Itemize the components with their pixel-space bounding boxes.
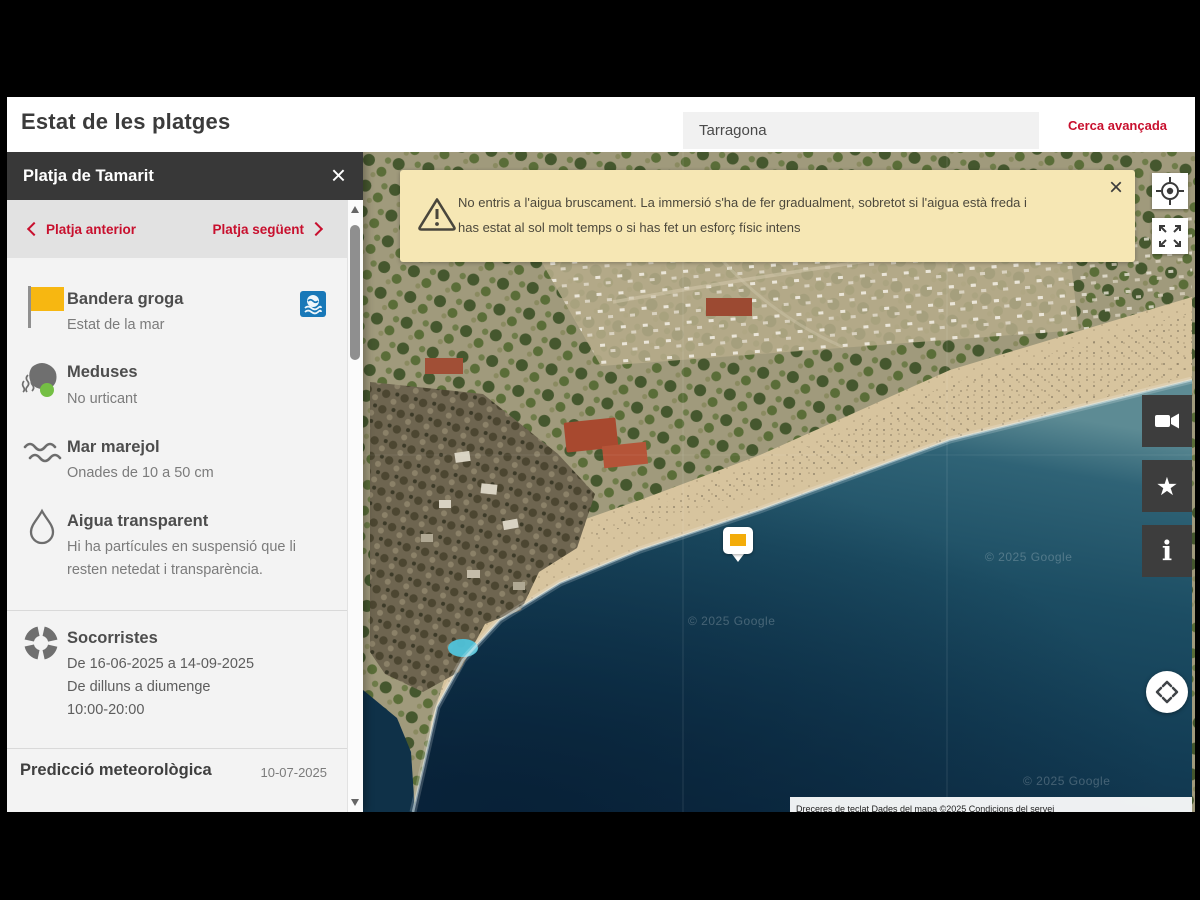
beach-name: Platja de Tamarit	[23, 152, 154, 200]
google-watermark: © 2025 Google	[1023, 774, 1110, 788]
chevron-right-icon	[309, 222, 323, 236]
close-icon[interactable]: ×	[331, 161, 346, 189]
pan-arrows-icon	[1146, 671, 1188, 713]
beach-nav-bar: Platja anterior Platja següent	[7, 200, 347, 258]
jellyfish-icon	[19, 356, 61, 405]
section-divider	[7, 748, 347, 749]
pan-control-button[interactable]	[1146, 671, 1188, 713]
info-button[interactable]: i	[1142, 525, 1192, 577]
info-icon: i	[1162, 538, 1172, 565]
water-drop-icon	[25, 508, 59, 551]
marker-bubble	[723, 527, 753, 554]
blue-flag-award-icon[interactable]	[300, 291, 326, 322]
page-title: Estat de les platges	[21, 109, 230, 135]
beach-status-app: Estat de les platges Cerca avançada	[7, 97, 1195, 812]
waves-icon	[22, 438, 64, 471]
favorites-button[interactable]: ★	[1142, 460, 1192, 512]
marker-pointer	[732, 554, 744, 562]
video-camera-icon	[1153, 408, 1181, 434]
chevron-left-icon	[27, 222, 41, 236]
beach-status-list: Bandera groga Estat de la mar	[7, 258, 347, 812]
forecast-date: 10-07-2025	[261, 765, 328, 780]
water-warning-banner: No entris a l'aigua bruscament. La immer…	[400, 170, 1135, 262]
forecast-title: Predicció meteorològica	[20, 761, 212, 780]
banner-close-icon[interactable]: ×	[1109, 176, 1123, 200]
section-divider	[7, 610, 347, 611]
webcam-button[interactable]	[1142, 395, 1192, 447]
google-watermark: © 2025 Google	[985, 550, 1072, 564]
my-location-button[interactable]	[1152, 173, 1188, 209]
panel-scrollbar[interactable]	[347, 200, 363, 812]
previous-beach-link[interactable]: Platja anterior	[29, 200, 136, 258]
satellite-map[interactable]: © 2025 Google © 2025 Google © 2025 Googl…	[363, 152, 1195, 812]
warning-message: No entris a l'aigua bruscament. La immer…	[458, 190, 1106, 240]
scroll-up-arrow-icon[interactable]	[351, 206, 359, 213]
google-watermark: © 2025 Google	[688, 614, 775, 628]
next-beach-link[interactable]: Platja següent	[212, 200, 321, 258]
fullscreen-button[interactable]	[1152, 218, 1188, 254]
star-icon: ★	[1156, 474, 1178, 499]
scroll-down-arrow-icon[interactable]	[351, 799, 359, 806]
warning-triangle-icon	[417, 196, 457, 238]
fullscreen-icon	[1152, 218, 1188, 254]
map-attribution[interactable]: Dreceres de teclat Dades del mapa ©2025 …	[790, 797, 1192, 812]
top-bar: Estat de les platges Cerca avançada	[7, 97, 1195, 152]
yellow-flag-icon	[730, 534, 746, 546]
locate-icon	[1152, 173, 1188, 209]
search-input[interactable]	[683, 112, 1039, 149]
lifebuoy-icon	[22, 624, 60, 667]
beach-detail-panel: Platja de Tamarit × Platja anterior Plat…	[7, 152, 363, 812]
beach-flag-marker[interactable]	[723, 527, 753, 562]
scrollbar-thumb[interactable]	[350, 225, 360, 360]
advanced-search-link[interactable]: Cerca avançada	[1068, 118, 1167, 133]
panel-header: Platja de Tamarit ×	[7, 152, 363, 200]
